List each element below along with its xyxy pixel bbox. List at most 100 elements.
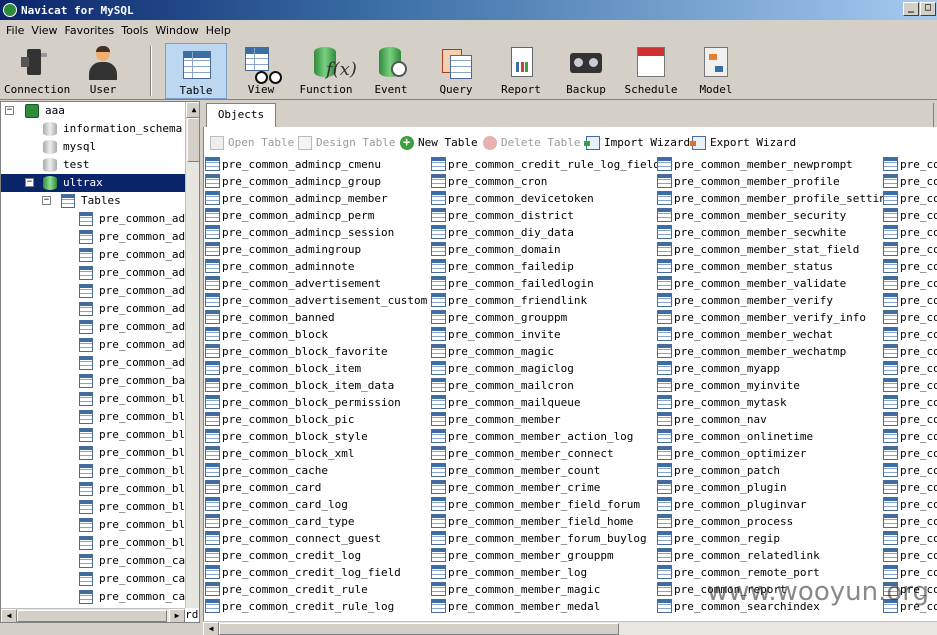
- tree-table-item[interactable]: pre_common_adm: [1, 210, 192, 228]
- tree-table-item[interactable]: pre_common_adm: [1, 282, 192, 300]
- table-list-item[interactable]: pre_common_magic: [430, 343, 656, 360]
- tree-table-item[interactable]: pre_common_adve: [1, 336, 198, 354]
- table-list-item[interactable]: pre_common_member_newprompt: [656, 156, 882, 173]
- table-list-item[interactable]: pre_common_block_item: [204, 360, 430, 377]
- table-list-item[interactable]: pre_co: [882, 173, 937, 190]
- table-list-item[interactable]: pre_co: [882, 462, 937, 479]
- table-list-item[interactable]: pre_common_myapp: [656, 360, 882, 377]
- tree-table-item[interactable]: pre_common_ban: [1, 372, 192, 390]
- scroll-right-icon[interactable]: ▶: [169, 609, 185, 622]
- event-button[interactable]: Event: [360, 43, 422, 99]
- table-list-item[interactable]: pre_common_card_log: [204, 496, 430, 513]
- table-list-item[interactable]: pre_common_member_action_log: [430, 428, 656, 445]
- table-list-item[interactable]: pre_common_cron: [430, 173, 656, 190]
- tree-table-item[interactable]: pre_common_bloc: [1, 426, 198, 444]
- table-list-item[interactable]: pre_co: [882, 241, 937, 258]
- tree-table-item[interactable]: pre_common_card: [1, 570, 198, 588]
- table-list-item[interactable]: pre_common_member_security: [656, 207, 882, 224]
- table-list-item[interactable]: pre_common_devicetoken: [430, 190, 656, 207]
- table-button[interactable]: Table: [165, 43, 227, 99]
- table-list-item[interactable]: pre_common_member_field_home: [430, 513, 656, 530]
- tree-table-item[interactable]: pre_common_card: [1, 588, 198, 606]
- view-button[interactable]: View: [230, 43, 292, 99]
- tree-table-item[interactable]: pre_common_bloc: [1, 480, 198, 498]
- table-list-item[interactable]: pre_common_member_secwhite: [656, 224, 882, 241]
- table-list-item[interactable]: pre_co: [882, 428, 937, 445]
- table-list-item[interactable]: pre_common_member_wechat: [656, 326, 882, 343]
- table-list-item[interactable]: pre_common_diy_data: [430, 224, 656, 241]
- table-list-item[interactable]: pre_co: [882, 275, 937, 292]
- table-list-item[interactable]: pre_common_credit_log: [204, 547, 430, 564]
- tree-connection-aaa[interactable]: − aaa: [1, 102, 185, 120]
- query-button[interactable]: Query: [425, 43, 487, 99]
- backup-button[interactable]: Backup: [555, 43, 617, 99]
- new-table-button[interactable]: New Table: [400, 134, 478, 151]
- table-list-item[interactable]: pre_common_friendlink: [430, 292, 656, 309]
- table-list-item[interactable]: pre_common_member_validate: [656, 275, 882, 292]
- table-list-item[interactable]: pre_common_advertisement_custom: [204, 292, 430, 309]
- table-list-item[interactable]: pre_common_block_favorite: [204, 343, 430, 360]
- table-list-item[interactable]: pre_common_credit_rule_log: [204, 598, 430, 615]
- table-list-item[interactable]: pre_common_credit_log_field: [204, 564, 430, 581]
- import-wizard-button[interactable]: Import Wizard: [584, 135, 690, 151]
- table-list-item[interactable]: pre_co: [882, 207, 937, 224]
- design-table-button[interactable]: Design Table: [298, 135, 395, 151]
- table-list-item[interactable]: pre_common_regip: [656, 530, 882, 547]
- table-list-item[interactable]: pre_common_invite: [430, 326, 656, 343]
- table-list-item[interactable]: pre_co: [882, 496, 937, 513]
- table-list-item[interactable]: pre_common_member_verify_info: [656, 309, 882, 326]
- table-list-item[interactable]: pre_common_plugin: [656, 479, 882, 496]
- menu-view[interactable]: View: [29, 24, 62, 37]
- tree-horizontal-scrollbar[interactable]: ◀ ▶: [1, 608, 185, 622]
- table-list-item[interactable]: pre_co: [882, 326, 937, 343]
- schedule-button[interactable]: Schedule: [620, 43, 682, 99]
- tree-table-item[interactable]: pre_common_bloc: [1, 498, 198, 516]
- table-list-item[interactable]: pre_common_member_profile: [656, 173, 882, 190]
- table-list-item[interactable]: pre_common_member_status: [656, 258, 882, 275]
- table-list-item[interactable]: pre_common_relatedlink: [656, 547, 882, 564]
- table-list-item[interactable]: pre_co: [882, 394, 937, 411]
- tree-table-item[interactable]: pre_common_adm: [1, 246, 192, 264]
- table-list-item[interactable]: pre_common_member_grouppm: [430, 547, 656, 564]
- table-list-item[interactable]: pre_common_member_count: [430, 462, 656, 479]
- tree-table-item[interactable]: pre_common_adm: [1, 264, 192, 282]
- table-list-item[interactable]: pre_co: [882, 156, 937, 173]
- table-list-item[interactable]: pre_common_admincp_member: [204, 190, 430, 207]
- table-list-item[interactable]: pre_common_myinvite: [656, 377, 882, 394]
- tree-table-item[interactable]: pre_common_bloc: [1, 462, 198, 480]
- tree-table-item[interactable]: pre_common_bloc: [1, 390, 198, 408]
- table-list-item[interactable]: pre_common_member_forum_buylog: [430, 530, 656, 547]
- collapse-toggle-icon[interactable]: −: [25, 178, 34, 187]
- table-list-item[interactable]: pre_common_banned: [204, 309, 430, 326]
- collapse-toggle-icon[interactable]: −: [42, 196, 51, 205]
- table-list-item[interactable]: pre_common_member_log: [430, 564, 656, 581]
- table-list-item[interactable]: pre_common_failedlogin: [430, 275, 656, 292]
- scroll-thumb[interactable]: [187, 118, 199, 162]
- tree-db-ultrax[interactable]: − ultrax: [1, 174, 185, 192]
- table-list-item[interactable]: pre_co: [882, 190, 937, 207]
- connection-button[interactable]: Connection: [4, 43, 70, 99]
- tree-table-item[interactable]: pre_common_bloc: [1, 444, 198, 462]
- table-list-item[interactable]: pre_common_pluginvar: [656, 496, 882, 513]
- table-list-item[interactable]: pre_common_member: [430, 411, 656, 428]
- collapse-toggle-icon[interactable]: −: [5, 106, 14, 115]
- table-list-item[interactable]: pre_co: [882, 411, 937, 428]
- maximize-button[interactable]: □: [920, 2, 936, 16]
- table-list-item[interactable]: pre_common_member_medal: [430, 598, 656, 615]
- function-button[interactable]: f(x) Function: [295, 43, 357, 99]
- table-list-item[interactable]: pre_common_optimizer: [656, 445, 882, 462]
- table-list-item[interactable]: pre_co: [882, 547, 937, 564]
- tab-objects[interactable]: Objects: [206, 103, 276, 127]
- table-list-item[interactable]: pre_common_onlinetime: [656, 428, 882, 445]
- scroll-left-icon[interactable]: ◀: [203, 622, 219, 635]
- tree-table-item[interactable]: pre_common_bloc: [1, 516, 198, 534]
- minimize-button[interactable]: _: [903, 2, 919, 16]
- table-list-item[interactable]: pre_common_process: [656, 513, 882, 530]
- scroll-thumb[interactable]: [17, 610, 167, 622]
- table-list-item[interactable]: pre_common_block_xml: [204, 445, 430, 462]
- tree-db-information-schema[interactable]: information_schema: [1, 120, 185, 138]
- table-list-item[interactable]: pre_common_member_profile_setting: [656, 190, 893, 207]
- table-list-item[interactable]: pre_common_member_connect: [430, 445, 656, 462]
- table-list-item[interactable]: pre_common_mytask: [656, 394, 882, 411]
- menu-favorites[interactable]: Favorites: [63, 24, 120, 37]
